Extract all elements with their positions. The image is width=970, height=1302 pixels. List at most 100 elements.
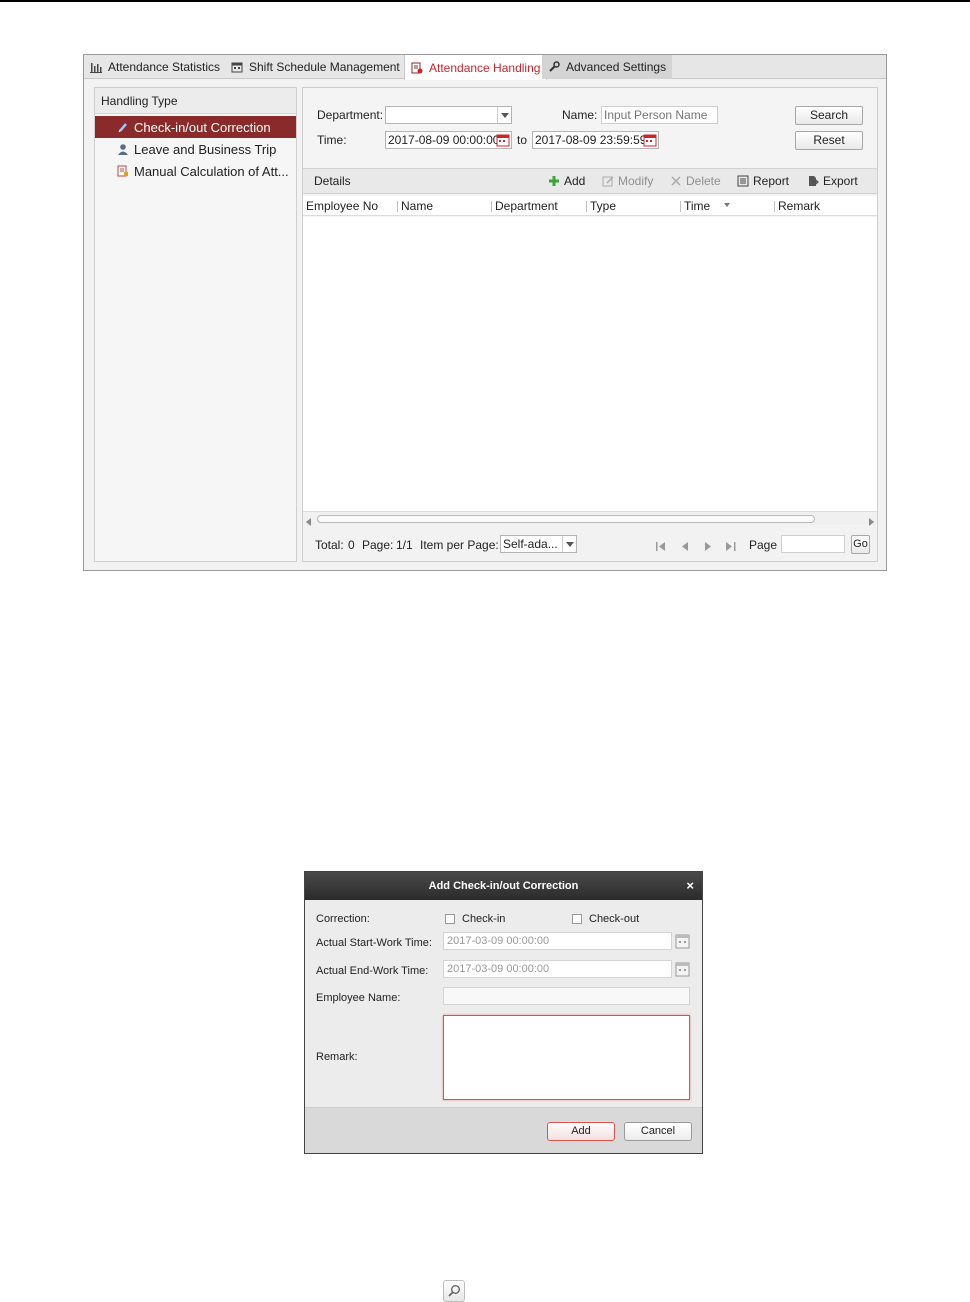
total-label: Total: bbox=[315, 538, 344, 552]
column-remark[interactable]: Remark bbox=[778, 199, 820, 213]
column-type[interactable]: Type bbox=[590, 199, 616, 213]
horizontal-scrollbar[interactable] bbox=[303, 511, 877, 526]
tab-attendance-statistics[interactable]: Attendance Statistics bbox=[84, 55, 226, 79]
page-label: Page: bbox=[362, 538, 394, 552]
checkbox-icon[interactable] bbox=[445, 914, 455, 924]
correction-main-panel: Department: Name: Search Time: 2017-08-0… bbox=[302, 87, 878, 562]
chevron-down-icon[interactable] bbox=[497, 107, 511, 123]
checkin-label: Check-in bbox=[462, 913, 506, 925]
delete-label: Delete bbox=[686, 174, 721, 188]
to-label: to bbox=[517, 133, 528, 147]
total-value: 0 bbox=[348, 538, 355, 552]
sidebar-item-label: Manual Calculation of Att... bbox=[134, 163, 289, 179]
scrollbar-thumb[interactable] bbox=[317, 515, 815, 523]
page-top-rule bbox=[0, 0, 970, 2]
report-label: Report bbox=[753, 174, 790, 188]
calendar-picker-icon[interactable] bbox=[643, 133, 657, 147]
report-button[interactable]: Report bbox=[737, 174, 789, 188]
export-icon bbox=[807, 175, 819, 187]
sidebar-item-manual-calculation[interactable]: Manual Calculation of Att... bbox=[95, 160, 296, 182]
first-page-icon[interactable] bbox=[656, 540, 666, 554]
calendar-picker-icon[interactable] bbox=[675, 961, 690, 977]
column-department[interactable]: Department bbox=[495, 199, 558, 213]
start-time-field[interactable]: 2017-03-09 00:00:00 bbox=[443, 932, 672, 950]
items-per-page-value: Self-ada... bbox=[503, 537, 558, 551]
checkbox-icon[interactable] bbox=[572, 914, 582, 924]
column-divider[interactable] bbox=[774, 201, 775, 212]
dialog-title: Add Check-in/out Correction bbox=[428, 880, 579, 892]
column-name[interactable]: Name bbox=[401, 199, 433, 213]
calendar-picker-icon[interactable] bbox=[675, 933, 690, 949]
goto-page-input[interactable] bbox=[781, 535, 845, 553]
remark-label: Remark: bbox=[316, 1051, 358, 1063]
calendar-picker-icon[interactable] bbox=[496, 133, 510, 147]
last-page-icon[interactable] bbox=[726, 540, 736, 554]
go-button[interactable]: Go bbox=[851, 535, 870, 554]
tab-label: Attendance Handling bbox=[429, 60, 541, 75]
column-employee-no[interactable]: Employee No bbox=[306, 199, 378, 213]
sidebar-item-leave-business-trip[interactable]: Leave and Business Trip bbox=[95, 138, 296, 160]
calendar-icon bbox=[231, 61, 243, 73]
tab-label: Advanced Settings bbox=[566, 60, 667, 74]
reset-button[interactable]: Reset bbox=[795, 131, 863, 150]
report-icon bbox=[737, 175, 749, 187]
previous-page-icon[interactable] bbox=[681, 540, 688, 554]
sidebar-item-checkin-correction[interactable]: Check-in/out Correction bbox=[95, 116, 296, 138]
time-to-field[interactable]: 2017-08-09 23:59:59 bbox=[532, 131, 659, 149]
manual-calculation-icon bbox=[117, 165, 129, 177]
export-button[interactable]: Export bbox=[807, 174, 858, 188]
pagination-bar: Total: 0 Page: 1/1 Item per Page: Self-a… bbox=[303, 526, 877, 561]
pencil-icon bbox=[117, 121, 129, 133]
wrench-icon bbox=[548, 61, 560, 73]
dialog-cancel-button[interactable]: Cancel bbox=[624, 1122, 692, 1141]
handling-type-panel: Handling Type Check-in/out Correction Le… bbox=[94, 87, 297, 562]
department-select[interactable] bbox=[385, 106, 512, 124]
next-page-icon[interactable] bbox=[705, 540, 712, 554]
dialog-footer: Add Cancel bbox=[305, 1107, 702, 1153]
modify-button[interactable]: Modify bbox=[602, 174, 653, 188]
end-time-field[interactable]: 2017-03-09 00:00:00 bbox=[443, 960, 672, 978]
sort-arrow-icon bbox=[724, 196, 730, 210]
dialog-title-bar: Add Check-in/out Correction × bbox=[305, 872, 702, 900]
delete-button[interactable]: Delete bbox=[670, 174, 721, 188]
chevron-down-icon[interactable] bbox=[562, 536, 576, 552]
add-label: Add bbox=[564, 174, 586, 188]
table-header: Employee No Name Department Type Time Re… bbox=[303, 196, 877, 216]
column-divider[interactable] bbox=[397, 201, 398, 212]
column-time[interactable]: Time bbox=[684, 199, 710, 213]
add-button[interactable]: Add bbox=[548, 174, 585, 188]
plus-icon bbox=[548, 175, 560, 187]
attendance-handling-icon bbox=[411, 62, 423, 74]
employee-name-field[interactable] bbox=[443, 987, 690, 1005]
column-divider[interactable] bbox=[680, 201, 681, 212]
search-button[interactable]: Search bbox=[795, 106, 863, 125]
items-per-page-select[interactable]: Self-ada... bbox=[500, 535, 577, 553]
column-divider[interactable] bbox=[586, 201, 587, 212]
add-correction-dialog: Add Check-in/out Correction × Correction… bbox=[304, 871, 703, 1154]
dialog-add-button[interactable]: Add bbox=[547, 1122, 615, 1141]
bar-chart-icon bbox=[90, 61, 102, 73]
close-icon[interactable]: × bbox=[686, 872, 694, 900]
search-icon bbox=[443, 1280, 465, 1302]
start-time-label: Actual Start-Work Time: bbox=[316, 937, 432, 949]
time-label: Time: bbox=[317, 133, 347, 147]
edit-icon bbox=[602, 175, 614, 187]
tab-advanced-settings[interactable]: Advanced Settings bbox=[542, 55, 673, 79]
department-label: Department: bbox=[317, 108, 384, 122]
attendance-window: Attendance Statistics Shift Schedule Man… bbox=[83, 54, 887, 571]
person-icon bbox=[117, 143, 129, 155]
handling-type-header: Handling Type bbox=[95, 88, 296, 114]
tab-shift-schedule[interactable]: Shift Schedule Management bbox=[225, 55, 406, 79]
checkin-checkbox[interactable]: Check-in bbox=[445, 913, 505, 925]
column-divider[interactable] bbox=[491, 201, 492, 212]
checkout-checkbox[interactable]: Check-out bbox=[572, 913, 639, 925]
sidebar-item-label: Leave and Business Trip bbox=[134, 141, 277, 157]
tab-attendance-handling[interactable]: Attendance Handling bbox=[404, 55, 548, 80]
employee-name-label: Employee Name: bbox=[316, 992, 401, 1004]
end-time-label: Actual End-Work Time: bbox=[316, 965, 429, 977]
name-input[interactable] bbox=[601, 106, 718, 124]
time-from-field[interactable]: 2017-08-09 00:00:00 bbox=[385, 131, 512, 149]
name-label: Name: bbox=[562, 108, 598, 122]
remark-textarea[interactable] bbox=[443, 1015, 690, 1100]
details-toolbar: Details Add Modify Delete Report Export bbox=[303, 168, 877, 194]
